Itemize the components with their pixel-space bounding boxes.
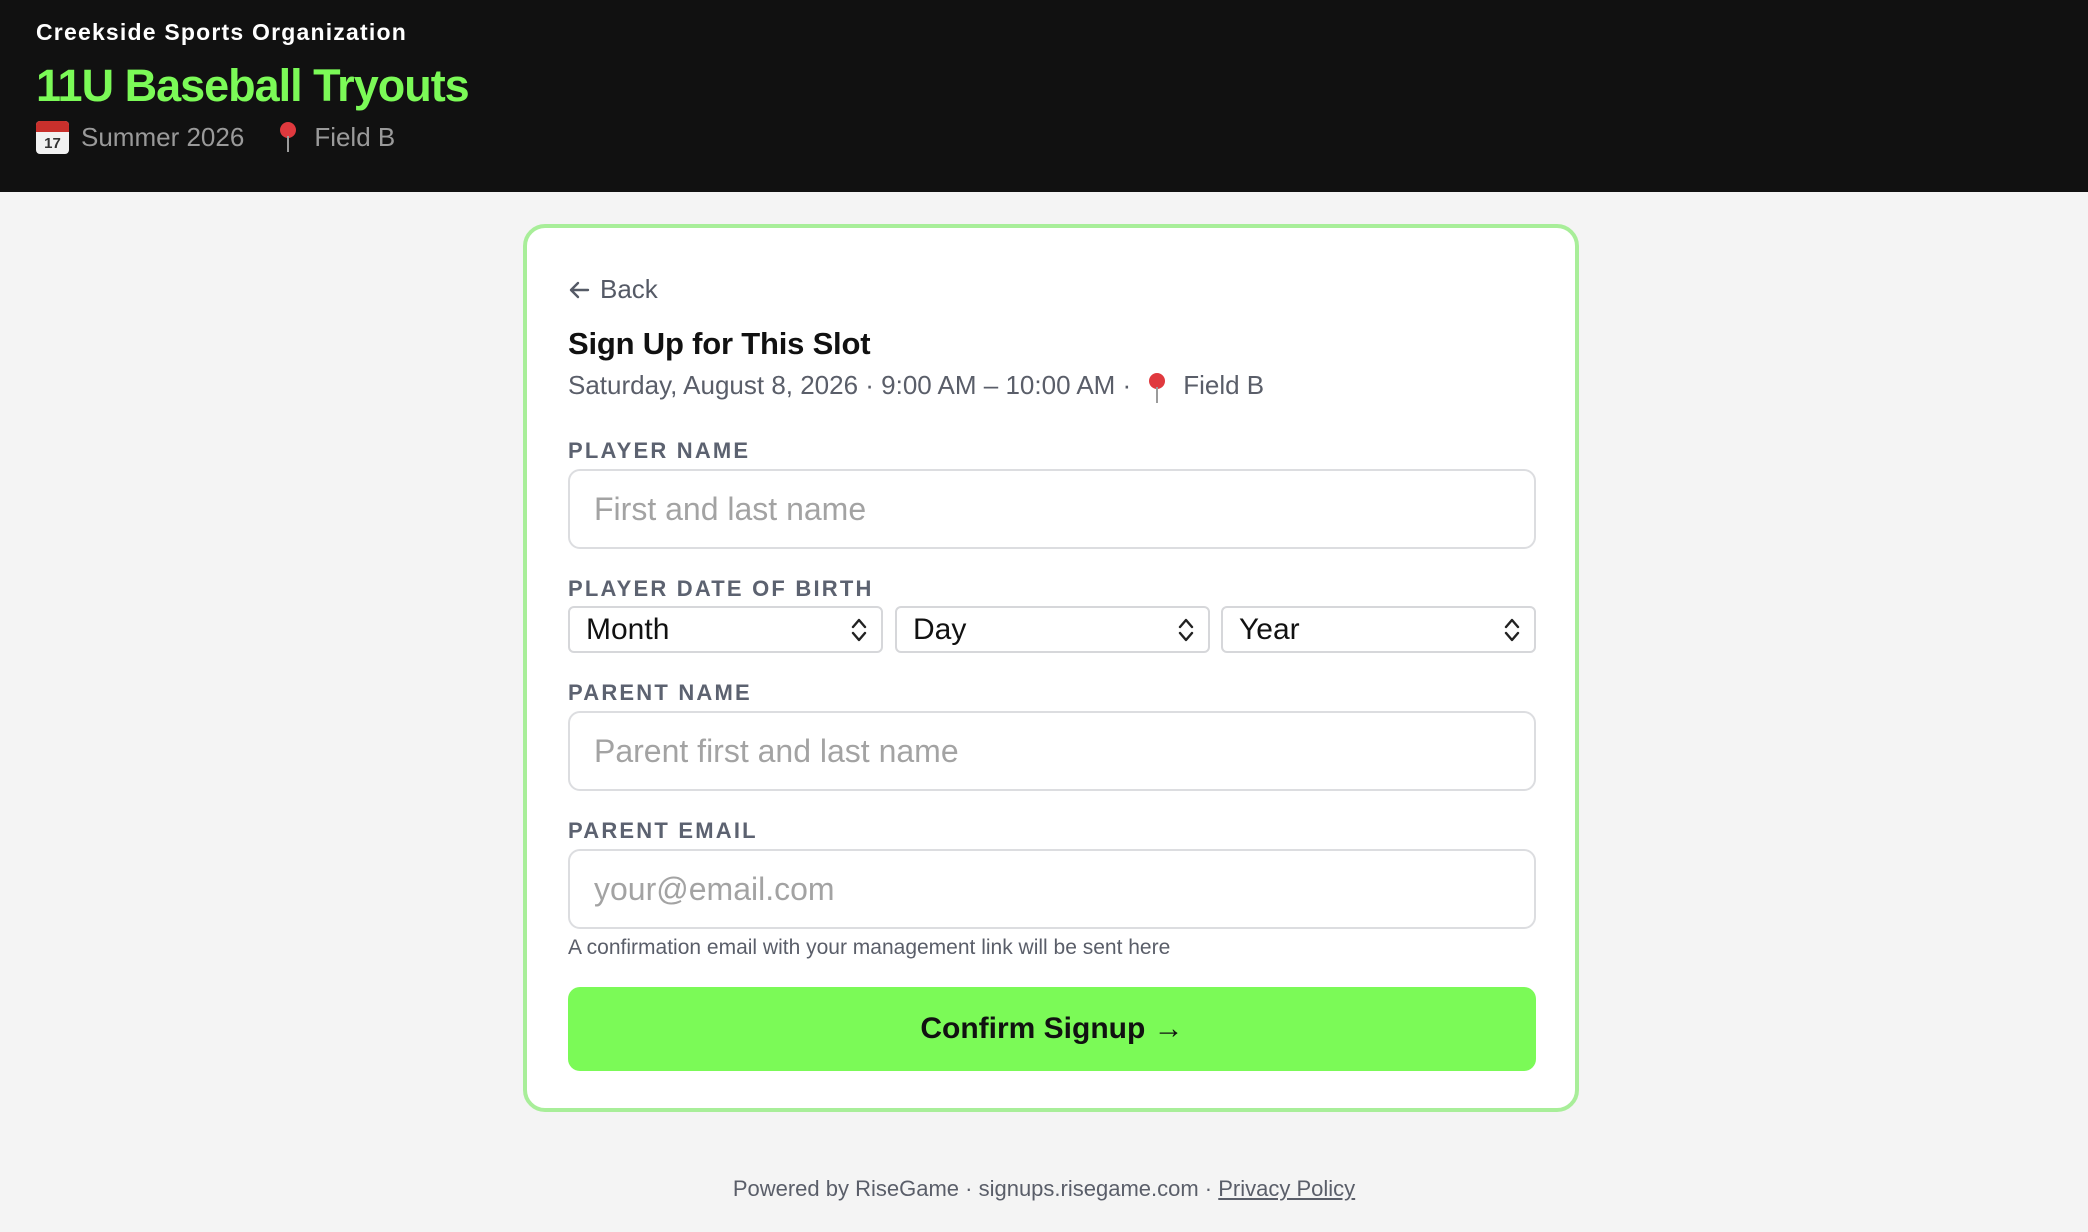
parent-email-label: PARENT EMAIL [568,818,758,843]
org-name: Creekside Sports Organization [36,19,407,45]
dob-day-value: Day [913,612,967,646]
location-pin-icon [276,120,300,154]
season-info: 17 Summer 2026 [36,120,244,154]
event-meta: 17 Summer 2026 Field B [36,120,2052,154]
dob-day-select[interactable]: Day [895,606,1210,653]
slot-title: Sign Up for This Slot [568,326,871,361]
dob-year-value: Year [1239,612,1300,646]
privacy-policy-link[interactable]: Privacy Policy [1218,1176,1355,1201]
slot-details: Saturday, August 8, 2026 · 9:00 AM – 10:… [568,370,1265,403]
confirm-signup-button[interactable]: Confirm Signup → [568,987,1536,1071]
parent-name-label: PARENT NAME [568,680,752,705]
location-info: Field B [276,120,395,154]
calendar-icon: 17 [36,120,69,154]
slot-location: Field B [1183,370,1265,400]
back-link[interactable]: Back [568,274,658,305]
back-label: Back [600,274,658,304]
location-text: Field B [314,122,396,152]
dob-month-value: Month [586,612,670,646]
slot-datetime: Saturday, August 8, 2026 · 9:00 AM – 10:… [568,370,1132,400]
parent-email-input[interactable] [568,849,1536,929]
dob-month-select[interactable]: Month [568,606,883,653]
chevron-updown-icon [1176,617,1196,643]
parent-name-input[interactable] [568,711,1536,791]
email-helper-text: A confirmation email with your managemen… [568,936,1171,959]
dob-year-select[interactable]: Year [1221,606,1536,653]
season-text: Summer 2026 [81,122,245,152]
chevron-updown-icon [1502,617,1522,643]
event-title: 11U Baseball Tryouts [36,60,470,111]
powered-by-text: Powered by RiseGame · signups.risegame.c… [732,1176,1213,1201]
location-pin-icon [1145,371,1169,403]
chevron-updown-icon [849,617,869,643]
signup-card: Back Sign Up for This Slot Saturday, Aug… [523,224,1579,1112]
player-name-input[interactable] [568,469,1536,549]
back-arrow-icon [569,281,590,298]
player-name-label: PLAYER NAME [568,438,751,463]
player-dob-label: PLAYER DATE OF BIRTH [568,576,874,601]
page-header: Creekside Sports Organization 11U Baseba… [0,0,2088,192]
page-footer: Powered by RiseGame · signups.risegame.c… [0,1176,2088,1202]
